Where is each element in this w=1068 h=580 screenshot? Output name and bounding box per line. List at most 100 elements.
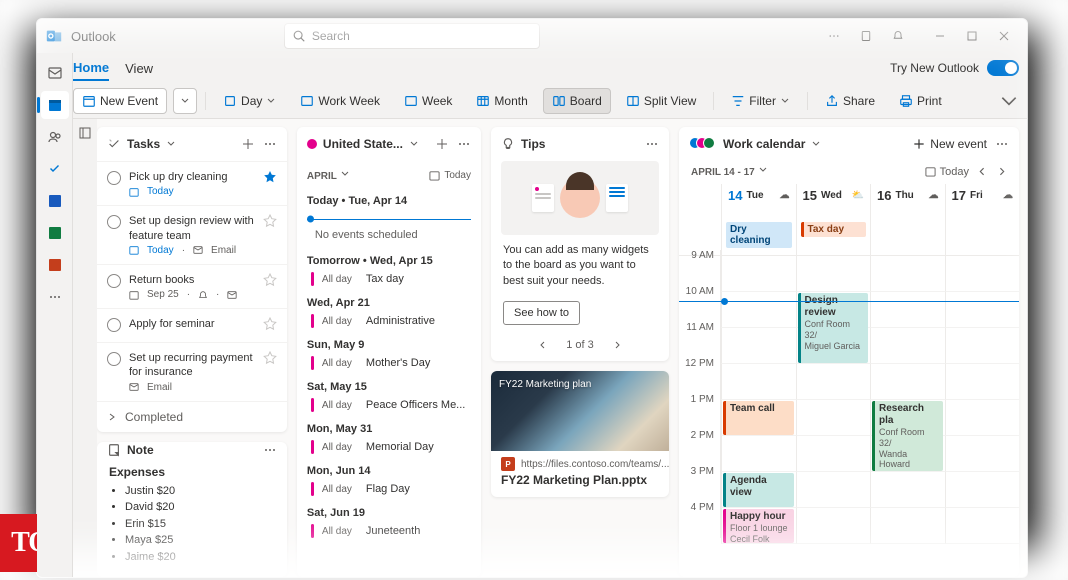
holidays-today-button[interactable]: Today (429, 170, 471, 181)
window-minimize-icon[interactable] (925, 22, 955, 50)
rail-word-icon[interactable] (41, 187, 69, 215)
task-row[interactable]: Pick up dry cleaning Today (97, 162, 287, 206)
calendar-cell[interactable] (721, 436, 796, 472)
notifications-icon[interactable] (883, 22, 913, 50)
window-close-icon[interactable] (989, 22, 1019, 50)
tab-view[interactable]: View (125, 57, 153, 80)
completed-section[interactable]: Completed (97, 402, 287, 432)
new-event-button[interactable]: New event (912, 137, 987, 151)
widget-more-icon[interactable] (645, 137, 659, 151)
ribbon-board[interactable]: Board (543, 88, 611, 114)
calendar-event[interactable]: Team call (723, 401, 794, 435)
pager-prev-icon[interactable] (538, 340, 548, 350)
calendar-cell[interactable] (870, 328, 945, 364)
cal-day-header[interactable]: 16 Thu☁ (870, 184, 945, 220)
calendar-cell[interactable] (945, 292, 1020, 328)
calendar-cell[interactable] (870, 364, 945, 400)
calendar-event[interactable]: Design reviewConf Room 32/Miguel Garcia (798, 293, 869, 363)
task-row[interactable]: Apply for seminar (97, 309, 287, 343)
calendar-cell[interactable] (870, 508, 945, 544)
ribbon-filter[interactable]: Filter (722, 88, 799, 114)
holidays-month[interactable]: APRIL (307, 169, 350, 182)
calendar-cell[interactable] (945, 436, 1020, 472)
calendar-cell[interactable] (721, 364, 796, 400)
widget-more-icon[interactable] (263, 137, 277, 151)
ribbon-month[interactable]: Month (467, 88, 536, 114)
chevron-down-icon[interactable] (409, 139, 419, 149)
tips-cta-button[interactable]: See how to (503, 301, 580, 325)
calendar-cell[interactable] (870, 292, 945, 328)
allday-event[interactable]: Dry cleaning (726, 222, 792, 248)
calendar-cell[interactable] (796, 472, 871, 508)
calendar-next-icon[interactable] (996, 166, 1007, 177)
task-checkbox[interactable] (107, 171, 121, 185)
tab-home[interactable]: Home (73, 56, 109, 81)
task-star-icon[interactable] (263, 170, 277, 187)
allday-cell[interactable]: Dry cleaning (721, 220, 796, 256)
calendar-today-button[interactable]: Today (925, 166, 969, 178)
ribbon-split-view[interactable]: Split View (617, 88, 705, 114)
holiday-event-row[interactable]: All dayMother's Day (297, 353, 481, 375)
rail-todo-icon[interactable] (41, 155, 69, 183)
note-icon[interactable] (851, 22, 881, 50)
calendar-cell[interactable] (945, 328, 1020, 364)
task-row[interactable]: Set up recurring payment for insurance E… (97, 343, 287, 402)
calendar-cell[interactable] (721, 292, 796, 328)
add-task-icon[interactable] (241, 137, 255, 151)
ribbon-new-event-dropdown[interactable] (173, 88, 197, 114)
ribbon-day[interactable]: Day (214, 88, 285, 114)
calendar-cell[interactable] (721, 256, 796, 292)
task-star-icon[interactable] (263, 214, 277, 231)
add-icon[interactable] (435, 137, 449, 151)
calendar-cell[interactable] (796, 256, 871, 292)
ribbon-new-event[interactable]: New Event (73, 88, 167, 114)
calendar-cell[interactable] (796, 508, 871, 544)
calendar-cell[interactable] (796, 400, 871, 436)
allday-event[interactable]: Tax day (801, 222, 867, 237)
rail-calendar-icon[interactable] (41, 91, 69, 119)
calendar-cell[interactable] (945, 256, 1020, 292)
calendar-prev-icon[interactable] (977, 166, 988, 177)
allday-cell[interactable] (945, 220, 1020, 256)
holiday-event-row[interactable]: All dayAdministrative (297, 311, 481, 333)
task-checkbox[interactable] (107, 215, 121, 229)
calendar-cell[interactable] (945, 364, 1020, 400)
holiday-event-row[interactable]: All dayJuneteenth (297, 521, 481, 543)
ribbon-work-week[interactable]: Work Week (291, 88, 389, 114)
chevron-down-icon[interactable] (811, 139, 821, 149)
calendar-cell[interactable] (721, 328, 796, 364)
allday-cell[interactable]: Tax day (796, 220, 871, 256)
task-row[interactable]: Return books Sep 25 · · (97, 265, 287, 309)
ribbon-expand-icon[interactable] (999, 91, 1019, 111)
search-field[interactable] (284, 23, 540, 49)
calendar-event[interactable]: Agenda view (723, 473, 794, 507)
chevron-down-icon[interactable] (166, 139, 176, 149)
task-star-icon[interactable] (263, 351, 277, 368)
task-star-icon[interactable] (263, 273, 277, 290)
rail-powerpoint-icon[interactable] (41, 251, 69, 279)
calendar-range[interactable]: APRIL 14 - 17 (691, 165, 768, 178)
task-checkbox[interactable] (107, 274, 121, 288)
more-icon[interactable] (819, 22, 849, 50)
collapse-sidebar-icon[interactable] (73, 119, 97, 577)
ribbon-week[interactable]: Week (395, 88, 461, 114)
calendar-cell[interactable] (796, 364, 871, 400)
file-widget[interactable]: FY22 Marketing plan P https://files.cont… (491, 371, 669, 497)
window-maximize-icon[interactable] (957, 22, 987, 50)
cal-day-header[interactable]: 14 Tue☁ (721, 184, 796, 220)
ribbon-print[interactable]: Print (890, 88, 951, 114)
calendar-cell[interactable] (945, 472, 1020, 508)
widget-more-icon[interactable] (995, 137, 1009, 151)
ribbon-share[interactable]: Share (816, 88, 884, 114)
widget-more-icon[interactable] (263, 443, 277, 457)
rail-more-icon[interactable] (41, 283, 69, 311)
calendar-cell[interactable] (870, 256, 945, 292)
cal-day-header[interactable]: 15 Wed⛅ (796, 184, 871, 220)
pager-next-icon[interactable] (612, 340, 622, 350)
rail-people-icon[interactable] (41, 123, 69, 151)
search-input[interactable] (312, 29, 532, 43)
rail-excel-icon[interactable] (41, 219, 69, 247)
allday-cell[interactable] (870, 220, 945, 256)
holiday-event-row[interactable]: All dayPeace Officers Me... (297, 395, 481, 417)
calendar-cell[interactable] (945, 508, 1020, 544)
